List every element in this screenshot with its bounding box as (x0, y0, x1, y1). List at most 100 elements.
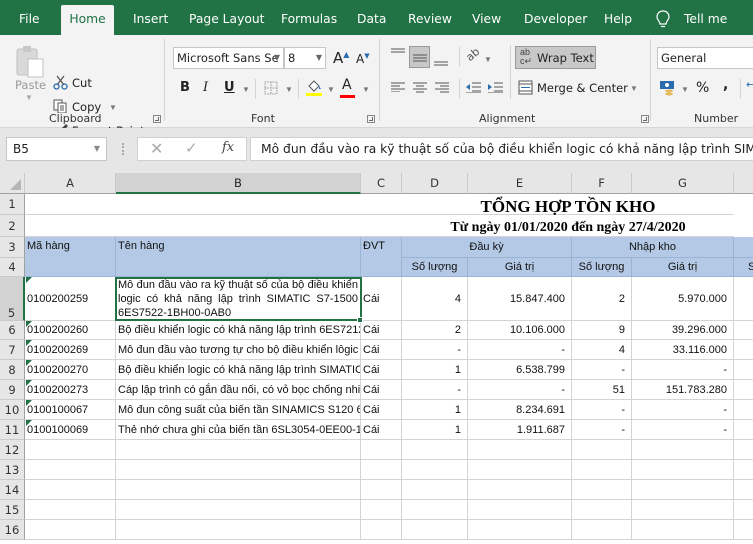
empty-cell[interactable] (25, 520, 116, 540)
cell-nk-so-luong[interactable]: 51 (572, 380, 632, 400)
align-bottom-icon[interactable] (434, 57, 448, 67)
cell-dk-gia-tri[interactable]: 6.538.799 (468, 360, 572, 380)
empty-cell[interactable] (116, 520, 361, 540)
formula-bar-grip[interactable] (122, 143, 124, 155)
cell-dvt[interactable]: Cái (361, 360, 402, 380)
empty-cell[interactable] (734, 520, 753, 540)
underline-button[interactable]: U (224, 80, 235, 95)
column-header-a[interactable]: A (25, 173, 116, 194)
cell-dk-gia-tri[interactable]: - (468, 380, 572, 400)
align-right-icon[interactable] (435, 82, 449, 93)
empty-cell[interactable] (25, 460, 116, 480)
empty-cell[interactable] (632, 440, 734, 460)
cell-ma-hang[interactable]: 0100200273 (25, 380, 116, 400)
cell-dk-so-luong[interactable]: 2 (402, 321, 468, 340)
empty-cell[interactable] (572, 480, 632, 500)
enter-icon[interactable]: ✓ (185, 139, 198, 157)
align-center-icon[interactable] (413, 82, 427, 93)
empty-cell[interactable] (734, 440, 753, 460)
empty-cell[interactable] (468, 480, 572, 500)
cell-dk-so-luong[interactable]: 1 (402, 360, 468, 380)
empty-cell[interactable] (632, 520, 734, 540)
row-header-5[interactable]: 5 (0, 277, 25, 321)
cell-partial[interactable] (734, 400, 753, 420)
tab-help[interactable]: Help (604, 0, 632, 35)
cell-nk-so-luong[interactable]: - (572, 420, 632, 440)
cell-nk-so-luong[interactable]: 9 (572, 321, 632, 340)
cell-dk-gia-tri[interactable]: 10.106.000 (468, 321, 572, 340)
percent-style-button[interactable]: % (696, 80, 709, 96)
borders-icon[interactable] (264, 81, 278, 95)
increase-font-size-icon[interactable]: A▲ (333, 49, 349, 67)
font-size-select[interactable]: 8 ▼ (284, 47, 326, 69)
decrease-font-size-icon[interactable]: A▼ (356, 52, 370, 66)
accounting-dropdown-icon[interactable]: ▼ (681, 85, 689, 94)
cell-ten-hang[interactable]: Mô đun công suất của biến tần SINAMICS S… (116, 400, 361, 420)
cell-nk-gia-tri[interactable]: 5.970.000 (632, 277, 734, 321)
column-header-b[interactable]: B (116, 173, 361, 194)
paste-button[interactable]: Paste (15, 78, 46, 92)
column-header-e[interactable]: E (468, 173, 572, 194)
cell-dvt[interactable]: Cái (361, 420, 402, 440)
cell-ma-hang[interactable]: 0100200269 (25, 340, 116, 360)
row-header-14[interactable]: 14 (0, 480, 25, 500)
empty-cell[interactable] (116, 440, 361, 460)
row-header-2[interactable]: 2 (0, 215, 25, 237)
row-header-9[interactable]: 9 (0, 380, 25, 400)
cell-dk-so-luong[interactable]: 4 (402, 277, 468, 321)
row-header-15[interactable]: 15 (0, 500, 25, 520)
empty-cell[interactable] (361, 440, 402, 460)
alignment-launcher-icon[interactable] (641, 115, 649, 123)
column-header-g[interactable]: G (632, 173, 734, 194)
tab-formulas[interactable]: Formulas (281, 0, 337, 35)
cell-partial[interactable] (734, 277, 753, 321)
insert-function-button[interactable]: fx (222, 140, 234, 155)
row-header-7[interactable]: 7 (0, 340, 25, 360)
orientation-icon[interactable]: ab (463, 45, 482, 64)
cell-nk-gia-tri[interactable]: - (632, 420, 734, 440)
underline-dropdown-icon[interactable]: ▼ (242, 85, 250, 94)
bold-button[interactable]: B (180, 80, 190, 95)
column-header-h[interactable] (734, 173, 753, 194)
cell-nk-gia-tri[interactable]: - (632, 360, 734, 380)
align-left-icon[interactable] (391, 82, 405, 92)
empty-cell[interactable] (116, 480, 361, 500)
clipboard-launcher-icon[interactable] (153, 115, 161, 123)
cut-button[interactable]: Cut (72, 76, 92, 90)
empty-cell[interactable] (632, 500, 734, 520)
fill-color-dropdown-icon[interactable]: ▼ (327, 85, 335, 94)
row-header-16[interactable]: 16 (0, 520, 25, 540)
increase-decimal-icon[interactable]: ← (746, 78, 753, 91)
cell-nk-gia-tri[interactable]: - (632, 400, 734, 420)
increase-indent-icon[interactable] (488, 82, 503, 93)
tab-review[interactable]: Review (408, 0, 452, 35)
number-format-select[interactable]: General (657, 47, 753, 69)
accounting-format-icon[interactable] (659, 80, 677, 96)
empty-cell[interactable] (468, 440, 572, 460)
cell-dk-so-luong[interactable]: - (402, 380, 468, 400)
row-header-4[interactable]: 4 (0, 258, 25, 277)
row-header-11[interactable]: 11 (0, 420, 25, 440)
empty-cell[interactable] (734, 480, 753, 500)
font-name-select[interactable]: Microsoft Sans Se ▼ (173, 47, 284, 69)
cell-nk-so-luong[interactable]: 4 (572, 340, 632, 360)
align-middle-button[interactable] (409, 46, 430, 68)
empty-cell[interactable] (361, 480, 402, 500)
wrap-text-button[interactable]: ab c↵ Wrap Text (515, 46, 596, 69)
row-header-13[interactable]: 13 (0, 460, 25, 480)
font-color-dropdown-icon[interactable]: ▼ (362, 85, 370, 94)
empty-cell[interactable] (25, 480, 116, 500)
cell-dvt[interactable]: Cái (361, 277, 402, 321)
tab-developer[interactable]: Developer (524, 0, 587, 35)
empty-cell[interactable] (468, 460, 572, 480)
tell-me-search[interactable]: Tell me what (684, 0, 753, 64)
cell-ten-hang[interactable]: Cáp lập trình có gắn đầu nối, có vỏ bọc … (116, 380, 361, 400)
empty-cell[interactable] (734, 500, 753, 520)
cell-partial[interactable] (734, 340, 753, 360)
borders-dropdown-icon[interactable]: ▼ (285, 85, 293, 94)
cell-nk-gia-tri[interactable]: 39.296.000 (632, 321, 734, 340)
row-header-6[interactable]: 6 (0, 321, 25, 340)
tab-view[interactable]: View (472, 0, 501, 35)
cell-nk-so-luong[interactable]: - (572, 360, 632, 380)
empty-cell[interactable] (116, 460, 361, 480)
